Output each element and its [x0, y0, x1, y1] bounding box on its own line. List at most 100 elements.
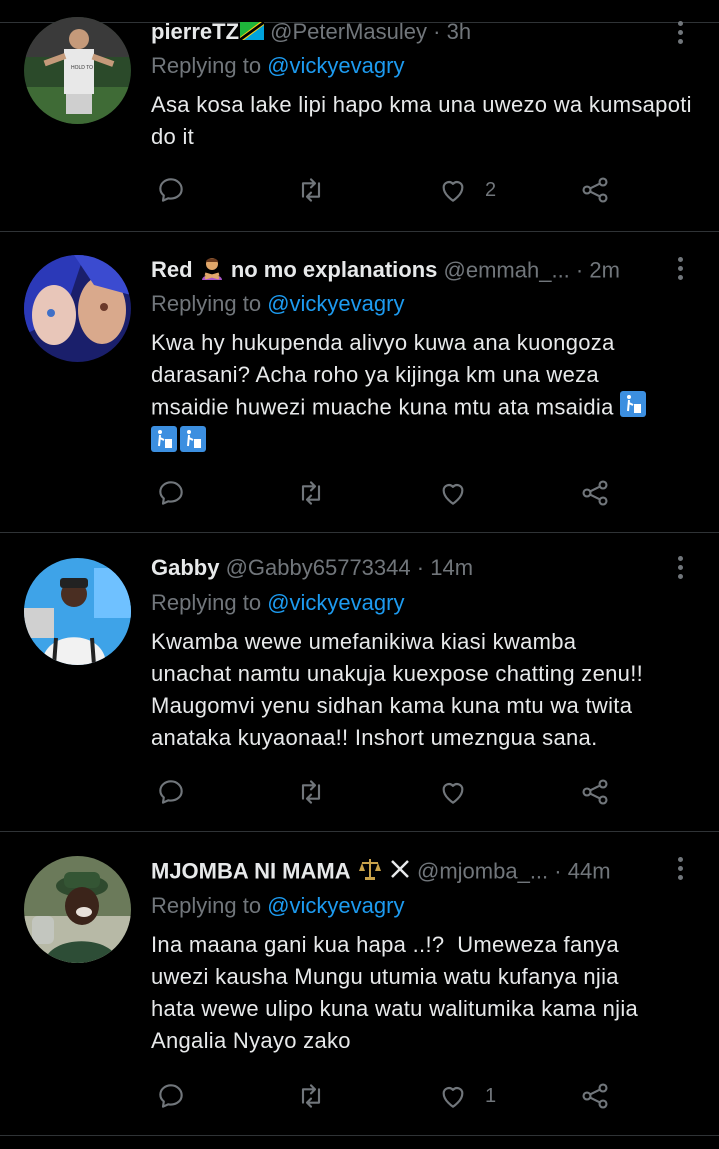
avatar[interactable]: [24, 255, 131, 362]
replying-to: Replying to @vickyevagry: [151, 892, 404, 920]
tweet-text-line: unachat namtu unakuja kuexpose chatting …: [151, 661, 644, 686]
replying-to-label: Replying to: [151, 590, 262, 615]
litter-in-bin-icon: [151, 426, 177, 461]
action-bar: [151, 772, 631, 812]
replying-to: Replying to @vickyevagry: [151, 290, 404, 318]
tweet-text-line: msaidie huwezi muache kuna mtu ata msaid…: [151, 391, 696, 426]
action-bar: [151, 473, 631, 513]
user-handle[interactable]: @PeterMasuley: [270, 19, 427, 44]
more-options-icon[interactable]: [675, 854, 685, 882]
tweet-text: Asa kosa lake lipi hapo kma una uwezo wa…: [151, 92, 692, 149]
reply-button[interactable]: [155, 170, 187, 210]
share-button[interactable]: [579, 772, 611, 812]
timestamp[interactable]: 44m: [568, 858, 611, 883]
more-options-icon[interactable]: [675, 553, 685, 581]
reply-icon: [155, 776, 187, 808]
tanzania-flag-icon: [239, 19, 265, 47]
tweet-item[interactable]: MJOMBA NI MAMA @mjomba_... · 44m Replyin…: [0, 832, 719, 1136]
replying-to-label: Replying to: [151, 893, 262, 918]
balance-scale-icon: [357, 857, 383, 888]
separator-dot: ·: [575, 257, 584, 283]
action-bar: 1: [151, 1076, 631, 1116]
separator-dot: ·: [433, 19, 441, 44]
tweet-text-line: [151, 426, 696, 461]
separator-dot: ·: [416, 555, 425, 580]
display-name[interactable]: pierreTZ: [151, 19, 239, 44]
more-options-icon[interactable]: [675, 18, 685, 46]
share-button[interactable]: [579, 473, 611, 513]
mention-link[interactable]: @vickyevagry: [267, 893, 404, 918]
tweet-item[interactable]: HOLD TO pierreTZ @PeterMasuley · 3h Repl…: [0, 0, 719, 232]
avatar[interactable]: HOLD TO: [24, 17, 131, 124]
tweet-item[interactable]: Red no mo explanations @emmah_... · 2m R…: [0, 232, 719, 533]
retweet-icon: [295, 174, 327, 206]
like-button[interactable]: [437, 772, 469, 812]
share-button[interactable]: [579, 170, 611, 210]
user-handle[interactable]: @mjomba_...: [417, 858, 548, 883]
tweet-item[interactable]: Gabby @Gabby65773344 · 14m Replying to @…: [0, 533, 719, 832]
reply-button[interactable]: [155, 1076, 187, 1116]
retweet-button[interactable]: [295, 170, 327, 210]
cross-mark-icon: [389, 858, 411, 887]
reply-button[interactable]: [155, 772, 187, 812]
tweet-header: pierreTZ @PeterMasuley · 3h: [151, 18, 659, 47]
more-options-icon[interactable]: [675, 254, 685, 282]
tweet-text: Ina maana gani kua hapa ..!? Umeweza fan…: [151, 929, 696, 1057]
share-icon: [579, 174, 611, 206]
heart-icon: [437, 477, 469, 509]
timestamp[interactable]: 3h: [447, 19, 471, 44]
mention-link[interactable]: @vickyevagry: [267, 291, 404, 316]
tweet-text-line: Angalia Nyayo zako: [151, 1028, 351, 1053]
retweet-icon: [295, 477, 327, 509]
share-icon: [579, 477, 611, 509]
heart-icon: [437, 776, 469, 808]
heart-icon: [437, 1080, 469, 1112]
timestamp[interactable]: 2m: [589, 257, 620, 282]
replying-to: Replying to @vickyevagry: [151, 52, 404, 80]
svg-text:HOLD TO: HOLD TO: [71, 65, 93, 71]
display-name[interactable]: MJOMBA NI MAMA: [151, 858, 351, 883]
mention-link[interactable]: @vickyevagry: [267, 590, 404, 615]
replying-to: Replying to @vickyevagry: [151, 589, 404, 617]
like-count: 1: [485, 1084, 497, 1107]
user-handle[interactable]: @Gabby65773344: [226, 555, 411, 580]
like-button[interactable]: 2: [437, 170, 496, 210]
display-name[interactable]: Gabby: [151, 555, 219, 580]
like-button[interactable]: 1: [437, 1076, 496, 1116]
share-icon: [579, 776, 611, 808]
user-handle[interactable]: @emmah_...: [444, 257, 570, 282]
timestamp[interactable]: 14m: [430, 555, 473, 580]
litter-in-bin-icon: [620, 391, 647, 426]
tweet-text-line: anataka kuyaonaa!! Inshort umezngua sana…: [151, 725, 598, 750]
like-count: 2: [485, 178, 497, 201]
share-icon: [579, 1080, 611, 1112]
retweet-button[interactable]: [295, 473, 327, 513]
tweet-text-line: Maugomvi yenu sidhan kama kuna mtu wa tw…: [151, 693, 633, 718]
tweet-text: Kwa hy hukupenda alivyo kuwa ana kuongoz…: [151, 327, 696, 461]
replying-to-label: Replying to: [151, 291, 262, 316]
tweet-text-line: Ina maana gani kua hapa ..!? Umeweza fan…: [151, 932, 619, 957]
avatar[interactable]: [24, 558, 131, 665]
reply-icon: [155, 174, 187, 206]
action-bar: 2: [151, 170, 631, 210]
tweet-text-line: Kwamba wewe umefanikiwa kiasi kwamba: [151, 629, 577, 654]
litter-in-bin-icon: [180, 426, 206, 461]
tweet-text-line: uwezi kausha Mungu utumia watu kufanya n…: [151, 964, 619, 989]
reply-icon: [155, 477, 187, 509]
reply-button[interactable]: [155, 473, 187, 513]
person-crossing-arms-icon: [199, 256, 225, 287]
retweet-button[interactable]: [295, 772, 327, 812]
tweet-text: Kwamba wewe umefanikiwa kiasi kwamba una…: [151, 626, 696, 754]
share-button[interactable]: [579, 1076, 611, 1116]
display-name[interactable]: Red no mo explanations: [151, 257, 437, 282]
mention-link[interactable]: @vickyevagry: [267, 53, 404, 78]
heart-icon: [437, 174, 469, 206]
tweet-header: MJOMBA NI MAMA @mjomba_... · 44m: [151, 857, 659, 888]
avatar[interactable]: [24, 856, 131, 963]
tweet-header: Red no mo explanations @emmah_... · 2m: [151, 256, 659, 287]
like-button[interactable]: [437, 473, 469, 513]
retweet-icon: [295, 1080, 327, 1112]
tweet-text-line: Kwa hy hukupenda alivyo kuwa ana kuongoz…: [151, 330, 615, 355]
retweet-button[interactable]: [295, 1076, 327, 1116]
tweet-header: Gabby @Gabby65773344 · 14m: [151, 554, 659, 582]
